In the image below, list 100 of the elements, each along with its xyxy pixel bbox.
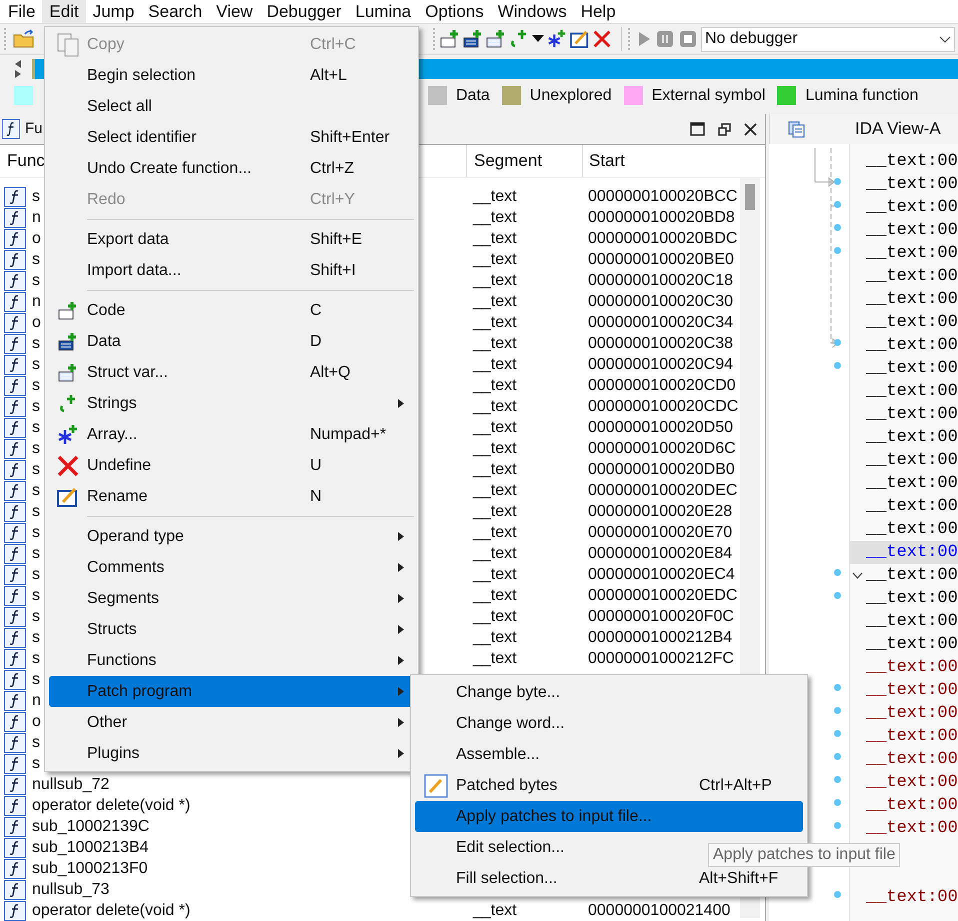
function-name[interactable]: o [32,226,41,250]
column-header[interactable]: Start [583,145,740,177]
panel-tab[interactable]: Fu [0,114,43,144]
function-name[interactable]: s [32,374,40,398]
function-name[interactable]: s [32,730,40,754]
function-icon [4,250,26,270]
function-name[interactable]: s [32,416,40,440]
function-name[interactable]: s [32,352,40,376]
menu-item[interactable]: Undo Create function... Ctrl+Z [49,153,414,184]
plus-box-icon[interactable] [440,29,460,49]
plus-box-icon[interactable] [58,332,78,352]
menu-item[interactable]: Comments [49,552,414,583]
function-name[interactable]: s [32,562,40,586]
panel-tab[interactable]: IDA View-A [769,114,958,144]
plus-box-icon[interactable] [463,29,483,49]
menu-bar-item[interactable]: Options [418,0,491,23]
function-name[interactable]: o [32,710,41,734]
function-name[interactable]: s [32,584,40,608]
function-name[interactable]: n [32,206,41,230]
menu-item[interactable]: Data D [49,326,414,357]
menu-item[interactable]: Select identifier Shift+Enter [49,122,414,153]
close-icon[interactable] [744,122,757,136]
menu-bar-item[interactable]: File [1,0,42,23]
menu-item[interactable]: Apply patches to input file... [415,801,803,832]
legend-label: External symbol [652,86,766,106]
function-name[interactable]: n [32,290,41,314]
plus-box-icon[interactable] [58,300,78,320]
menu-item[interactable]: Undefine U [49,450,414,481]
function-name[interactable]: sub_10002139C [32,814,150,838]
chevron-down-icon [939,36,951,42]
stop-icon[interactable] [679,30,697,48]
function-name[interactable]: operator delete(void *) [32,898,190,921]
menu-item[interactable]: Rename N [49,481,414,512]
function-icon [2,119,20,139]
menu-item[interactable]: Plugins [49,738,414,769]
pause-icon[interactable] [656,30,674,48]
function-name[interactable]: s [32,604,40,628]
menu-item[interactable]: Segments [49,583,414,614]
menu-item[interactable]: Strings [49,388,414,419]
code-line: __text:00 [866,334,958,357]
menu-item[interactable]: Import data... Shift+I [49,255,414,286]
menu-bar-item[interactable]: Debugger [260,0,348,23]
menu-item[interactable]: Change byte... [415,677,803,708]
function-name[interactable]: nullsub_73 [32,878,110,902]
function-name[interactable]: s [32,436,40,460]
debugger-select[interactable]: No debugger [701,26,955,52]
plus-box-icon[interactable] [58,362,78,382]
asterisk-icon[interactable] [547,29,567,49]
column-header[interactable]: Segment [467,145,583,177]
function-name[interactable]: s [32,458,40,482]
menu-item[interactable]: Structs [49,614,414,645]
menu-item[interactable]: Other [49,707,414,738]
restore-icon[interactable] [718,122,731,136]
menu-item[interactable]: Select all [49,91,414,122]
function-name[interactable]: n [32,688,41,712]
folder-icon[interactable] [13,29,35,49]
collapse-chevron-icon[interactable] [852,572,863,579]
menu-item[interactable]: Array... Numpad+* [49,419,414,450]
menu-bar-item[interactable]: Jump [86,0,142,23]
function-name[interactable]: s [32,646,40,670]
menu-bar-item[interactable]: View [209,0,260,23]
plus-box-icon[interactable] [486,29,506,49]
function-name[interactable]: s [32,478,40,502]
nav-arrows-icon[interactable] [14,58,22,78]
function-name[interactable]: sub_1000213F0 [32,856,148,880]
function-name[interactable]: s [32,332,40,356]
menu-item[interactable]: Struct var... Alt+Q [49,357,414,388]
start-address: 0000000100020E70 [588,524,732,540]
function-name[interactable]: operator delete(void *) [32,794,190,818]
menu-item[interactable]: Change word... [415,708,803,739]
function-name[interactable]: sub_1000213B4 [32,836,149,860]
function-name[interactable]: s [32,184,40,208]
menu-bar-item[interactable]: Search [141,0,210,23]
menu-item[interactable]: Code C [49,295,414,326]
menu-item[interactable]: Export data Shift+E [49,224,414,255]
menu-bar-item[interactable]: Edit [42,0,86,23]
cross-icon[interactable] [593,30,611,48]
menu-item[interactable]: Functions [49,645,414,676]
function-name[interactable]: s [32,668,40,692]
menu-item[interactable]: Operand type [49,521,414,552]
menu-item[interactable]: Begin selection Alt+L [49,60,414,91]
function-name[interactable]: s [32,500,40,524]
function-name[interactable]: s [32,248,40,272]
maximize-icon[interactable] [690,122,705,136]
pencil-icon[interactable] [570,30,590,48]
legend-label: Lumina function [805,86,918,106]
menu-item[interactable]: Assemble... [415,739,803,770]
function-name[interactable]: s [32,520,40,544]
menu-bar-item[interactable]: Help [574,0,623,23]
menu-item[interactable]: Patched bytes Ctrl+Alt+P [415,770,803,801]
menu-bar-item[interactable]: Windows [490,0,574,23]
function-name[interactable]: nullsub_72 [32,772,110,796]
function-name[interactable]: s [32,268,40,292]
function-name[interactable]: s [32,542,40,566]
function-name[interactable]: s [32,394,40,418]
caret-icon[interactable] [532,35,544,43]
function-name[interactable]: s [32,752,40,776]
menu-bar-item[interactable]: Lumina [348,0,418,23]
function-name[interactable]: o [32,310,41,334]
function-name[interactable]: s [32,626,40,650]
